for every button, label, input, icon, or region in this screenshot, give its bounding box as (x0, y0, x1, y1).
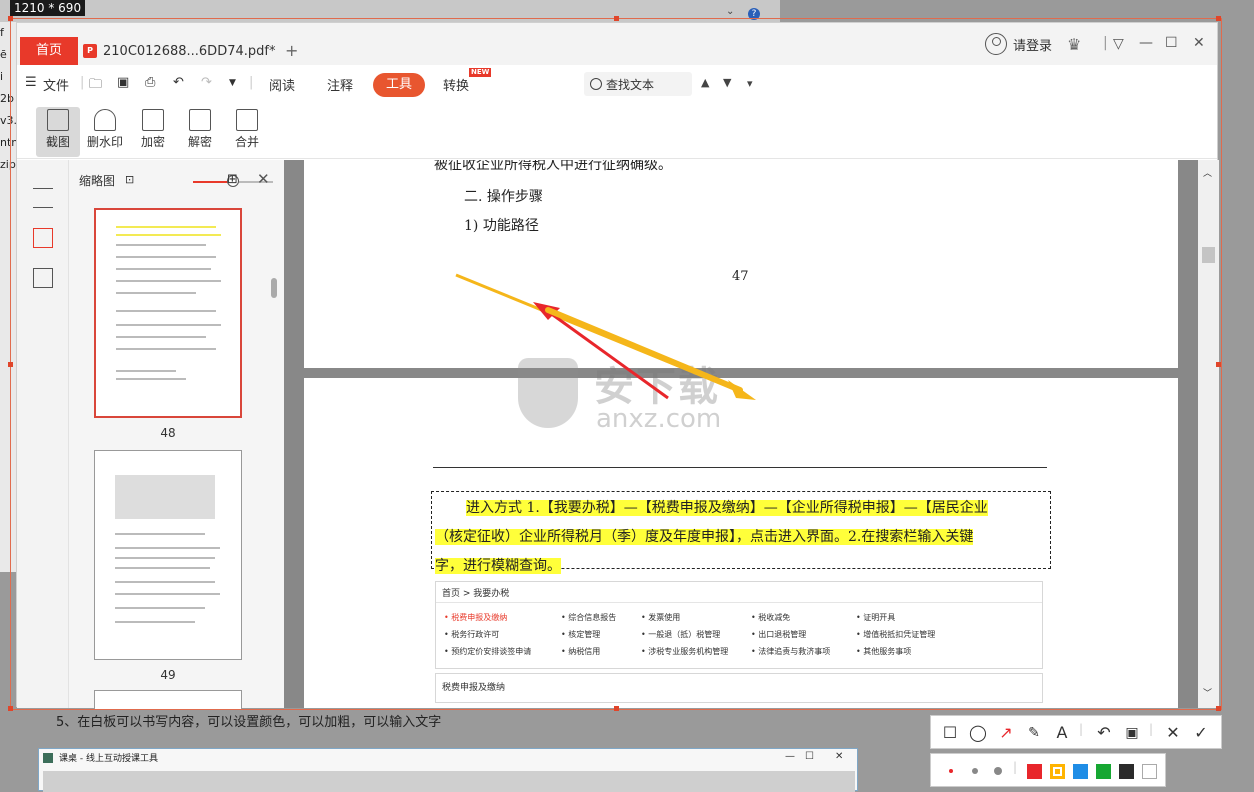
annotation-arrows (455, 273, 756, 400)
capture-dimension-label: 1210 * 690 (10, 0, 86, 16)
yellow-arrow-thick (545, 307, 743, 393)
